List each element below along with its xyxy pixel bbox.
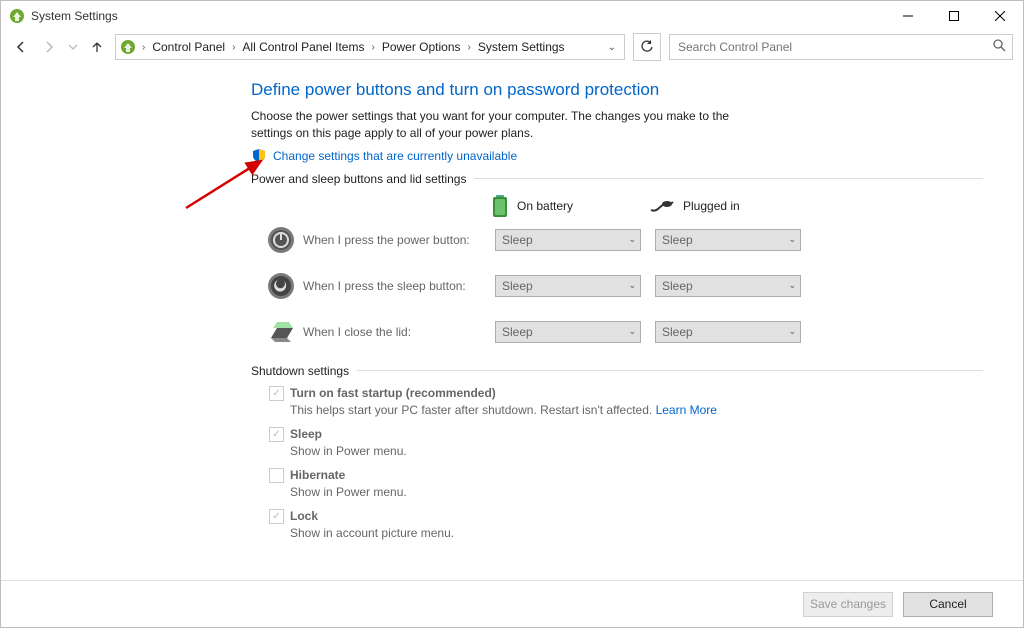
chevron-right-icon[interactable]: ›: [466, 42, 473, 53]
battery-icon: [491, 194, 509, 218]
content-area: Define power buttons and turn on passwor…: [1, 66, 1023, 580]
setting-row-power-button: When I press the power button: Sleep⌄ Sl…: [251, 226, 983, 254]
address-bar-row: › Control Panel › All Control Panel Item…: [1, 31, 1023, 66]
setting-label: When I close the lid:: [303, 325, 495, 339]
chevron-down-icon: ⌄: [788, 326, 796, 337]
close-button[interactable]: [977, 1, 1023, 31]
minimize-button[interactable]: [885, 1, 931, 31]
dropdown-sleep-battery[interactable]: Sleep⌄: [495, 275, 641, 297]
shutdown-item-lock: ✓ Lock Show in account picture menu.: [269, 509, 983, 540]
chevron-right-icon[interactable]: ›: [369, 42, 376, 53]
shutdown-item-title: Hibernate: [290, 468, 345, 482]
forward-button[interactable]: [39, 37, 59, 57]
plug-icon: [649, 198, 675, 214]
shutdown-item-title: Lock: [290, 509, 318, 523]
dropdown-lid-battery[interactable]: Sleep⌄: [495, 321, 641, 343]
chevron-down-icon[interactable]: ⌄: [608, 42, 620, 53]
shutdown-item-title: Sleep: [290, 427, 322, 441]
lid-icon: [267, 318, 295, 346]
breadcrumb-item[interactable]: Power Options: [379, 40, 464, 54]
chevron-right-icon[interactable]: ›: [140, 42, 147, 53]
dropdown-power-plugged[interactable]: Sleep⌄: [655, 229, 801, 251]
recent-locations-button[interactable]: [67, 37, 79, 57]
dropdown-sleep-plugged[interactable]: Sleep⌄: [655, 275, 801, 297]
sleep-button-icon: [267, 272, 295, 300]
setting-label: When I press the power button:: [303, 233, 495, 247]
breadcrumb-icon: [120, 39, 136, 55]
breadcrumb-item[interactable]: All Control Panel Items: [239, 40, 367, 54]
back-button[interactable]: [11, 37, 31, 57]
chevron-down-icon: ⌄: [788, 280, 796, 291]
setting-label: When I press the sleep button:: [303, 279, 495, 293]
chevron-right-icon[interactable]: ›: [230, 42, 237, 53]
setting-row-sleep-button: When I press the sleep button: Sleep⌄ Sl…: [251, 272, 983, 300]
power-button-icon: [267, 226, 295, 254]
shutdown-item-desc: Show in account picture menu.: [290, 526, 983, 540]
shutdown-item-desc: Show in Power menu.: [290, 444, 983, 458]
checkbox[interactable]: ✓: [269, 509, 284, 524]
shutdown-item-hibernate: Hibernate Show in Power menu.: [269, 468, 983, 499]
window-titlebar: System Settings: [1, 1, 1023, 31]
search-icon[interactable]: [993, 39, 1006, 55]
dropdown-power-battery[interactable]: Sleep⌄: [495, 229, 641, 251]
setting-row-close-lid: When I close the lid: Sleep⌄ Sleep⌄: [251, 318, 983, 346]
power-group-label: Power and sleep buttons and lid settings: [251, 172, 983, 186]
learn-more-link[interactable]: Learn More: [656, 403, 717, 417]
shield-icon: [251, 148, 267, 164]
up-button[interactable]: [87, 37, 107, 57]
dropdown-lid-plugged[interactable]: Sleep⌄: [655, 321, 801, 343]
search-bar[interactable]: [669, 34, 1013, 60]
breadcrumb-bar[interactable]: › Control Panel › All Control Panel Item…: [115, 34, 625, 60]
shutdown-item-fast-startup: ✓ Turn on fast startup (recommended) Thi…: [269, 386, 983, 417]
refresh-button[interactable]: [633, 33, 661, 61]
app-icon: [9, 8, 25, 24]
shutdown-group-label: Shutdown settings: [251, 364, 983, 378]
chevron-down-icon: ⌄: [628, 326, 636, 337]
page-description: Choose the power settings that you want …: [251, 108, 751, 142]
col-header-plugged: Plugged in: [649, 194, 789, 218]
search-input[interactable]: [676, 39, 970, 55]
footer: Save changes Cancel: [1, 580, 1023, 627]
chevron-down-icon: ⌄: [628, 234, 636, 245]
chevron-down-icon: ⌄: [788, 234, 796, 245]
change-settings-link[interactable]: Change settings that are currently unava…: [273, 149, 517, 163]
page-title: Define power buttons and turn on passwor…: [251, 80, 983, 100]
chevron-down-icon: ⌄: [628, 280, 636, 291]
checkbox[interactable]: [269, 468, 284, 483]
col-header-battery: On battery: [491, 194, 631, 218]
power-group-text: Power and sleep buttons and lid settings: [251, 172, 466, 186]
maximize-button[interactable]: [931, 1, 977, 31]
save-button[interactable]: Save changes: [803, 592, 893, 617]
checkbox[interactable]: ✓: [269, 386, 284, 401]
shutdown-item-desc: This helps start your PC faster after sh…: [290, 403, 983, 417]
breadcrumb-item[interactable]: Control Panel: [149, 40, 228, 54]
shutdown-item-sleep: ✓ Sleep Show in Power menu.: [269, 427, 983, 458]
window-title: System Settings: [31, 9, 885, 23]
shutdown-item-title: Turn on fast startup (recommended): [290, 386, 496, 400]
shutdown-group-text: Shutdown settings: [251, 364, 349, 378]
breadcrumb-item[interactable]: System Settings: [475, 40, 568, 54]
checkbox[interactable]: ✓: [269, 427, 284, 442]
shutdown-item-desc: Show in Power menu.: [290, 485, 983, 499]
cancel-button[interactable]: Cancel: [903, 592, 993, 617]
